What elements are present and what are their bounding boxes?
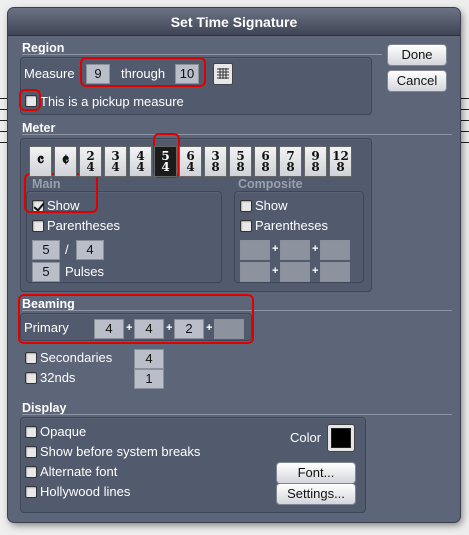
meter-option[interactable]: 58	[229, 146, 252, 177]
pickup-measure-label: This is a pickup measure	[40, 94, 184, 109]
meter-denominator: 4	[86, 159, 95, 174]
cancel-button[interactable]: Cancel	[387, 70, 447, 92]
composite-show-label: Show	[255, 198, 288, 213]
plus-sign: +	[312, 243, 319, 255]
show-before-breaks-checkbox[interactable]	[25, 446, 37, 458]
plus-sign: +	[312, 265, 319, 277]
highlight-pickup-checkbox	[19, 89, 41, 111]
composite-field[interactable]	[320, 240, 350, 260]
grid-icon	[217, 68, 229, 79]
plus-sign: +	[272, 243, 279, 255]
meter-denominator: 8	[286, 159, 295, 174]
highlight-measure-range	[80, 57, 206, 87]
meter-option[interactable]: 64	[179, 146, 202, 177]
meter-option[interactable]: 24	[79, 146, 102, 177]
meter-section-label: Meter	[22, 121, 56, 135]
divider	[22, 134, 452, 135]
meter-option[interactable]: 𝄴	[29, 146, 52, 177]
highlight-beaming-primary	[18, 294, 254, 344]
meter-option[interactable]: 54	[154, 146, 177, 177]
hollywood-lines-checkbox[interactable]	[25, 486, 37, 498]
composite-field[interactable]	[240, 262, 270, 282]
highlight-main-show	[24, 173, 98, 213]
thirtyseconds-checkbox[interactable]	[25, 372, 37, 384]
alternate-font-checkbox[interactable]	[25, 466, 37, 478]
hollywood-lines-label: Hollywood lines	[40, 484, 131, 499]
meter-option[interactable]: 44	[129, 146, 152, 177]
composite-field[interactable]	[240, 240, 270, 260]
opaque-label: Opaque	[40, 424, 87, 439]
display-section-label: Display	[22, 401, 67, 415]
set-time-signature-dialog: Set Time Signature Region Measure 9 thro…	[8, 8, 460, 522]
thirtyseconds-label: 32nds	[40, 370, 76, 385]
composite-field[interactable]	[280, 240, 310, 260]
show-before-breaks-label: Show before system breaks	[40, 444, 201, 459]
meter-denominator: 4	[186, 159, 195, 174]
main-parentheses-label: Parentheses	[47, 218, 120, 233]
opaque-checkbox[interactable]	[25, 426, 37, 438]
meter-denominator: 8	[336, 159, 345, 174]
meter-denominator: 8	[311, 159, 320, 174]
composite-show-checkbox[interactable]	[240, 200, 252, 212]
composite-field[interactable]	[320, 262, 350, 282]
measure-label: Measure	[24, 66, 75, 81]
meter-option[interactable]: 78	[279, 146, 302, 177]
meter-denominator: 8	[211, 159, 220, 174]
secondaries-label: Secondaries	[40, 350, 113, 365]
main-top-input[interactable]: 5	[32, 240, 60, 260]
meter-option[interactable]: 68	[254, 146, 277, 177]
meter-denominator: 4	[111, 159, 120, 174]
main-bottom-input[interactable]: 4	[76, 240, 104, 260]
composite-field[interactable]	[280, 262, 310, 282]
divider	[22, 414, 452, 415]
main-parentheses-checkbox[interactable]	[32, 220, 44, 232]
pulses-input[interactable]: 5	[32, 262, 60, 282]
color-label: Color	[290, 430, 322, 445]
meter-denominator: 4	[136, 159, 145, 174]
secondaries-checkbox[interactable]	[25, 352, 37, 364]
meter-option[interactable]: 34	[104, 146, 127, 177]
slash-label: /	[65, 242, 69, 257]
measure-selector-button[interactable]	[213, 63, 233, 85]
dialog-title: Set Time Signature	[8, 8, 460, 36]
secondaries-input[interactable]: 4	[134, 349, 164, 369]
meter-denominator: 4	[161, 159, 170, 174]
meter-option[interactable]: 98	[304, 146, 327, 177]
done-button[interactable]: Done	[387, 44, 447, 66]
meter-option[interactable]: 𝄵	[54, 146, 77, 177]
meter-denominator: 8	[261, 159, 270, 174]
pulses-label: Pulses	[65, 264, 105, 279]
plus-sign: +	[272, 265, 279, 277]
composite-parentheses-label: Parentheses	[255, 218, 328, 233]
meter-denominator: 8	[236, 159, 245, 174]
font-button[interactable]: Font...	[276, 462, 356, 484]
meter-option[interactable]: 38	[204, 146, 227, 177]
alternate-font-label: Alternate font	[40, 464, 118, 479]
composite-parentheses-checkbox[interactable]	[240, 220, 252, 232]
settings-button[interactable]: Settings...	[276, 483, 356, 505]
meter-option[interactable]: 12 8	[329, 146, 352, 177]
divider	[22, 54, 382, 55]
common-time-symbol: 𝄵	[61, 151, 70, 171]
thirtyseconds-input[interactable]: 1	[134, 369, 164, 389]
region-section-label: Region	[22, 41, 65, 55]
common-time-symbol: 𝄴	[36, 151, 45, 171]
color-swatch	[331, 428, 351, 448]
color-swatch-button[interactable]	[327, 424, 355, 452]
composite-label: Composite	[238, 177, 303, 191]
